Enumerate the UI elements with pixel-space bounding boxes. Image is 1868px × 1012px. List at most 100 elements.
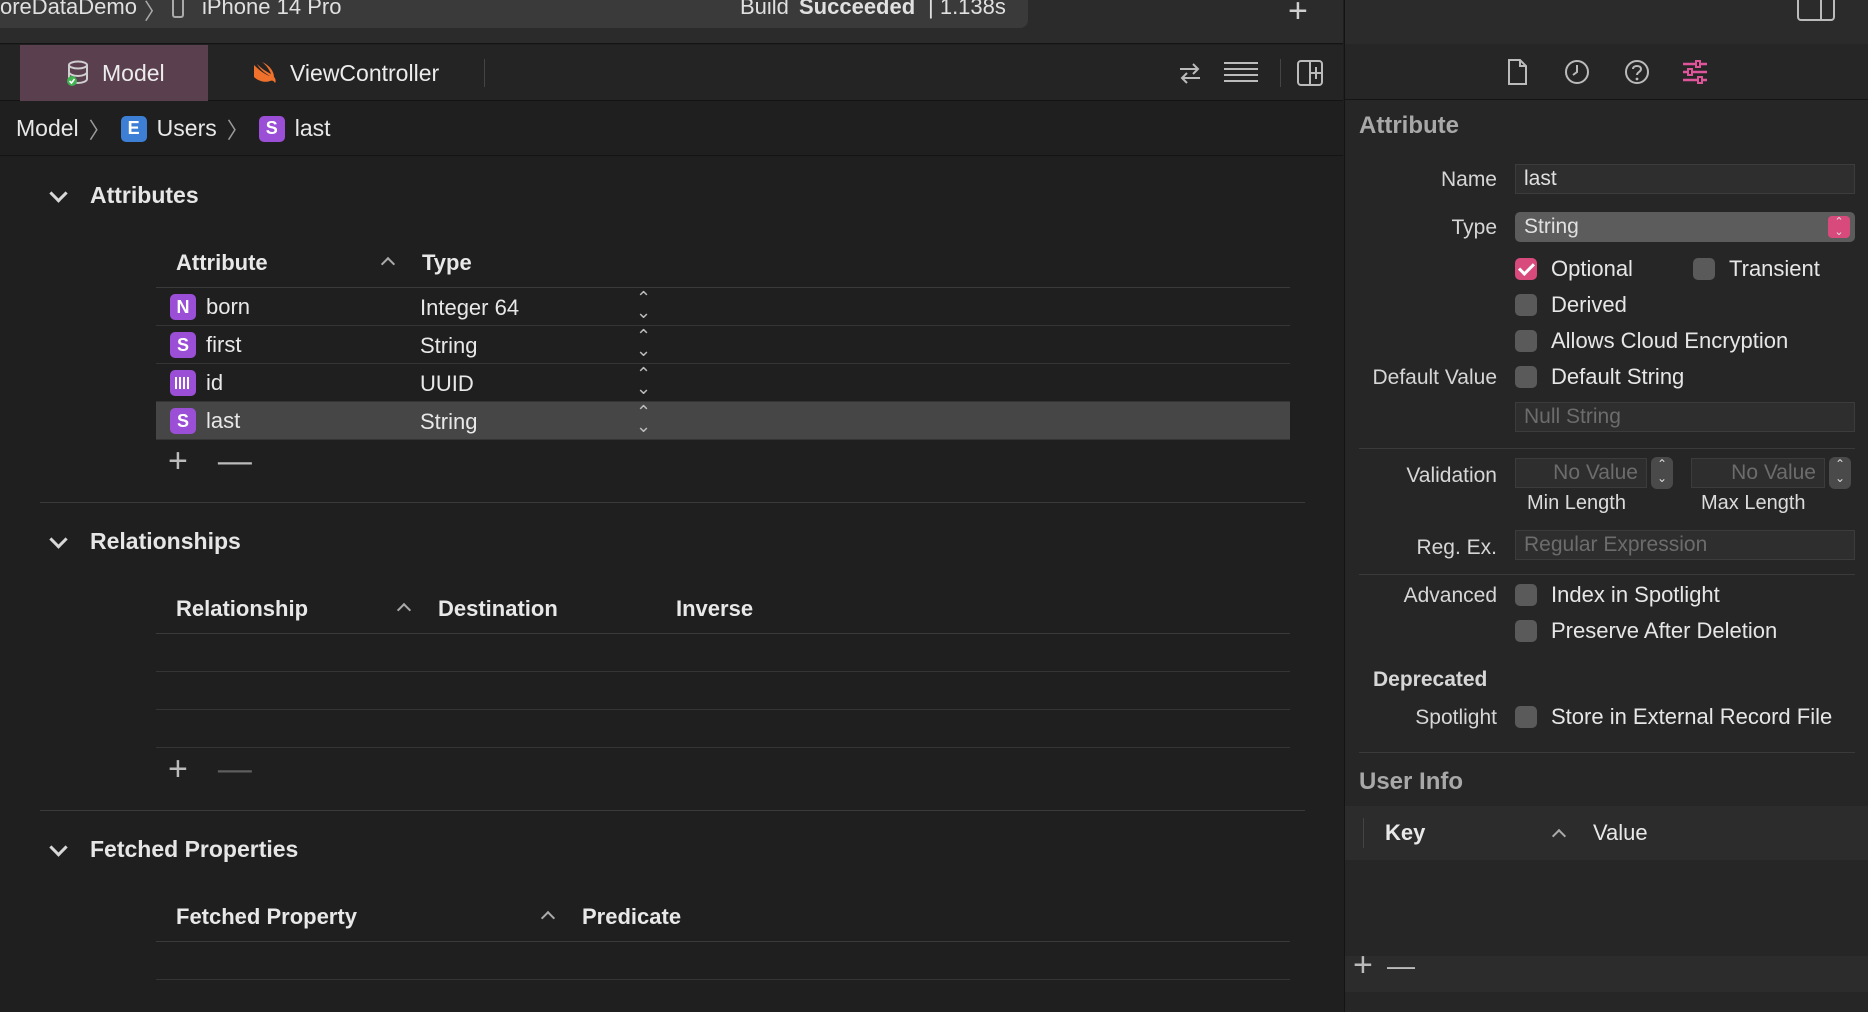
attribute-name[interactable]: first — [206, 332, 241, 358]
optional-checkbox[interactable] — [1515, 258, 1537, 280]
column-header-fetched-property[interactable]: Fetched Property — [176, 904, 357, 930]
min-length-stepper[interactable]: ⌃ ⌄ — [1651, 457, 1673, 489]
preserve-deletion-checkbox[interactable] — [1515, 620, 1537, 642]
attribute-name[interactable]: born — [206, 294, 250, 320]
column-header-inverse[interactable]: Inverse — [676, 596, 753, 622]
empty-row — [156, 942, 1290, 980]
remove-icon[interactable]: — — [1387, 950, 1415, 982]
entity-badge-icon: E — [120, 115, 147, 142]
optional-checkbox-row[interactable]: Optional — [1515, 256, 1633, 282]
tab-viewcontroller[interactable]: ViewController — [252, 45, 439, 101]
history-clock-icon[interactable] — [1563, 58, 1591, 86]
column-header-destination[interactable]: Destination — [438, 596, 558, 622]
updown-chevron-icon[interactable]: ⌃ ⌄ — [636, 365, 651, 397]
attribute-type[interactable]: String — [420, 409, 477, 435]
sort-ascending-icon[interactable] — [382, 256, 394, 268]
add-icon[interactable]: + — [168, 442, 188, 481]
attribute-name[interactable]: last — [206, 408, 240, 434]
name-field[interactable]: last — [1515, 164, 1855, 194]
section-divider — [40, 810, 1305, 811]
attributes-section-header[interactable]: Attributes — [50, 182, 199, 209]
column-header-relationship[interactable]: Relationship — [176, 596, 308, 622]
derived-checkbox[interactable] — [1515, 294, 1537, 316]
chevron-down-icon[interactable] — [50, 842, 66, 858]
attribute-name[interactable]: id — [206, 370, 223, 396]
add-icon[interactable]: + — [168, 750, 188, 789]
uuid-badge-icon — [170, 370, 196, 396]
column-header-attribute[interactable]: Attribute — [176, 250, 268, 276]
transient-checkbox-row[interactable]: Transient — [1693, 256, 1820, 282]
chevron-down-icon[interactable] — [50, 534, 66, 550]
table-row[interactable]: S first String ⌃ ⌄ — [156, 326, 1290, 364]
sort-ascending-icon[interactable] — [398, 602, 410, 614]
default-string-checkbox-row[interactable]: Default String — [1515, 364, 1684, 390]
breadcrumb-entity[interactable]: E Users — [120, 115, 217, 142]
advanced-label: Advanced — [1403, 584, 1497, 607]
chevron-right-icon: 〉 — [226, 117, 249, 143]
store-external-checkbox[interactable] — [1515, 706, 1537, 728]
chevron-down-icon[interactable] — [50, 188, 66, 204]
device-name[interactable]: iPhone 14 Pro — [202, 0, 341, 20]
type-label: Type — [1451, 216, 1497, 239]
regex-field[interactable]: Regular Expression — [1515, 530, 1855, 560]
cloud-encryption-checkbox[interactable] — [1515, 330, 1537, 352]
toggle-inspector-icon[interactable] — [1797, 0, 1835, 22]
preserve-deletion-checkbox-row[interactable]: Preserve After Deletion — [1515, 618, 1777, 644]
table-row-selected[interactable]: S last String ⌃ ⌄ — [156, 402, 1290, 440]
empty-row — [156, 710, 1290, 748]
transient-checkbox[interactable] — [1693, 258, 1715, 280]
add-icon[interactable]: + — [1353, 946, 1373, 985]
string-badge-icon: S — [258, 115, 285, 142]
default-string-checkbox[interactable] — [1515, 366, 1537, 388]
scheme-name[interactable]: oreDataDemo — [0, 0, 137, 20]
max-length-field[interactable]: No Value — [1691, 458, 1825, 488]
attribute-type[interactable]: String — [420, 333, 477, 359]
table-row[interactable]: id UUID ⌃ ⌄ — [156, 364, 1290, 402]
index-spotlight-checkbox[interactable] — [1515, 584, 1537, 606]
updown-chevron-icon[interactable]: ⌃ ⌄ — [636, 327, 651, 359]
attribute-type[interactable]: Integer 64 — [420, 295, 519, 321]
table-header: Attribute Type — [156, 236, 1290, 288]
type-popup[interactable]: String ⌃ ⌄ — [1515, 212, 1855, 242]
cloud-encryption-checkbox-row[interactable]: Allows Cloud Encryption — [1515, 328, 1788, 354]
store-external-checkbox-row[interactable]: Store in External Record File — [1515, 704, 1832, 730]
table-row[interactable]: N born Integer 64 ⌃ ⌄ — [156, 288, 1290, 326]
attribute-type[interactable]: UUID — [420, 371, 474, 397]
swap-arrows-icon[interactable] — [1176, 59, 1204, 87]
section-title: Fetched Properties — [90, 836, 299, 862]
sort-ascending-icon[interactable] — [1553, 828, 1565, 840]
chevron-right-icon: 〉 — [144, 0, 167, 24]
column-header-type[interactable]: Type — [422, 250, 472, 276]
relationships-section-header[interactable]: Relationships — [50, 528, 241, 555]
help-icon[interactable] — [1623, 58, 1651, 86]
fetched-properties-section-header[interactable]: Fetched Properties — [50, 836, 298, 863]
tab-model[interactable]: Model — [20, 45, 208, 101]
file-inspector-icon[interactable] — [1503, 58, 1531, 86]
derived-checkbox-row[interactable]: Derived — [1515, 292, 1627, 318]
cloud-encryption-label: Allows Cloud Encryption — [1551, 328, 1789, 353]
add-editor-icon[interactable] — [1296, 59, 1324, 87]
attributes-inspector-icon[interactable] — [1681, 58, 1709, 86]
relationships-table: Relationship Destination Inverse — [156, 582, 1290, 748]
index-spotlight-checkbox-row[interactable]: Index in Spotlight — [1515, 582, 1720, 608]
column-header-value[interactable]: Value — [1593, 820, 1648, 846]
null-string-field[interactable]: Null String — [1515, 402, 1855, 432]
scheme-bar[interactable]: oreDataDemo 〉 iPhone 14 Pro Build Succee… — [0, 0, 1028, 28]
max-length-stepper[interactable]: ⌃ ⌄ — [1829, 457, 1851, 489]
string-badge-icon: S — [170, 332, 196, 358]
tab-separator — [1280, 59, 1281, 87]
breadcrumb-attribute[interactable]: S last — [258, 115, 331, 142]
column-header-predicate[interactable]: Predicate — [582, 904, 681, 930]
updown-chevron-icon[interactable]: ⌃ ⌄ — [636, 289, 651, 321]
index-spotlight-label: Index in Spotlight — [1551, 582, 1720, 607]
remove-icon[interactable]: — — [218, 442, 252, 481]
add-icon[interactable]: + — [1288, 0, 1308, 31]
default-string-label: Default String — [1551, 364, 1685, 389]
editor-options-icon[interactable] — [1222, 59, 1260, 87]
min-length-field[interactable]: No Value — [1515, 458, 1647, 488]
derived-label: Derived — [1551, 292, 1627, 317]
sort-ascending-icon[interactable] — [542, 910, 554, 922]
updown-chevron-icon[interactable]: ⌃ ⌄ — [636, 403, 651, 435]
breadcrumb-model[interactable]: Model — [16, 115, 79, 142]
column-header-key[interactable]: Key — [1385, 820, 1425, 846]
